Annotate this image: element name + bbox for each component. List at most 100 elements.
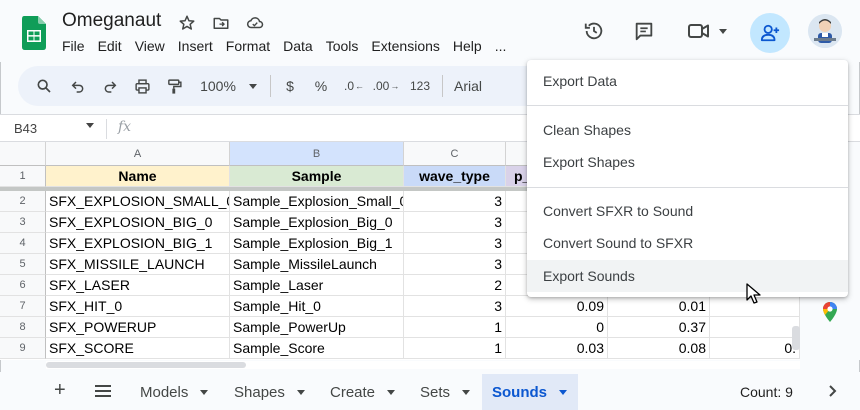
document-title[interactable]: Omeganaut bbox=[62, 10, 161, 32]
comments-icon[interactable] bbox=[630, 14, 658, 48]
cell-wave-type[interactable]: 3 bbox=[404, 233, 506, 254]
paint-format-icon[interactable] bbox=[164, 76, 184, 96]
version-history-icon[interactable] bbox=[580, 14, 608, 48]
cloud-status-icon[interactable] bbox=[244, 12, 266, 34]
cell-name[interactable]: SFX_EXPLOSION_SMALL_0 bbox=[46, 191, 230, 212]
column-header-a[interactable]: A bbox=[46, 142, 230, 166]
cell-wave-type[interactable]: 3 bbox=[404, 212, 506, 233]
cell-sample[interactable]: Sample_Explosion_Big_1 bbox=[230, 233, 404, 254]
header-cell-name[interactable]: Name bbox=[46, 166, 230, 187]
cell-sample[interactable]: Sample_PowerUp bbox=[230, 317, 404, 338]
cell-name[interactable]: SFX_POWERUP bbox=[46, 317, 230, 338]
header-cell-sample[interactable]: Sample bbox=[230, 166, 404, 187]
menu-file[interactable]: File bbox=[62, 38, 85, 54]
more-formats-button[interactable]: 123 bbox=[408, 76, 432, 96]
meet-icon[interactable] bbox=[684, 14, 730, 48]
zoom-select[interactable]: 100% bbox=[196, 76, 240, 96]
cell-name[interactable]: SFX_EXPLOSION_BIG_1 bbox=[46, 233, 230, 254]
cell-sample[interactable]: Sample_MissileLaunch bbox=[230, 254, 404, 275]
tab-sounds[interactable]: Sounds bbox=[482, 374, 578, 410]
vertical-scroll-thumb[interactable] bbox=[792, 326, 800, 350]
menu-more[interactable]: ... bbox=[495, 38, 507, 54]
row-header[interactable]: 7 bbox=[0, 296, 46, 317]
menu-tools[interactable]: Tools bbox=[326, 38, 359, 54]
cell-f[interactable] bbox=[710, 317, 800, 338]
menu-insert[interactable]: Insert bbox=[178, 38, 213, 54]
row-header[interactable]: 2 bbox=[0, 191, 46, 212]
avatar[interactable] bbox=[808, 14, 842, 48]
cell-e[interactable]: 0.08 bbox=[608, 338, 710, 359]
tab-models[interactable]: Models bbox=[130, 374, 218, 410]
row-header[interactable]: 5 bbox=[0, 254, 46, 275]
cell-d[interactable]: 0.03 bbox=[506, 338, 608, 359]
header-cell-wave-type[interactable]: wave_type bbox=[404, 166, 506, 187]
menu-edit[interactable]: Edit bbox=[98, 38, 122, 54]
menu-format[interactable]: Format bbox=[226, 38, 270, 54]
menu-extensions[interactable]: Extensions bbox=[371, 38, 439, 54]
menu-data[interactable]: Data bbox=[283, 38, 313, 54]
selection-count[interactable]: Count: 9 bbox=[740, 384, 793, 400]
cell-wave-type[interactable]: 1 bbox=[404, 317, 506, 338]
menu-help[interactable]: Help bbox=[453, 38, 482, 54]
all-sheets-icon[interactable] bbox=[94, 384, 112, 403]
cell-d[interactable]: 0.09 bbox=[506, 296, 608, 317]
menu-item-clean-shapes[interactable]: Clean Shapes bbox=[527, 114, 848, 146]
menu-item-export-shapes[interactable]: Export Shapes bbox=[527, 146, 848, 178]
font-select[interactable]: Arial bbox=[454, 76, 490, 96]
cell-sample[interactable]: Sample_Explosion_Big_0 bbox=[230, 212, 404, 233]
column-header-c[interactable]: C bbox=[404, 142, 506, 166]
menu-item-convert-sound-to-sfxr[interactable]: Convert Sound to SFXR bbox=[527, 227, 848, 259]
cell-d[interactable]: 0 bbox=[506, 317, 608, 338]
star-icon[interactable] bbox=[176, 12, 198, 34]
redo-icon[interactable] bbox=[100, 76, 120, 96]
row-header[interactable]: 4 bbox=[0, 233, 46, 254]
name-box[interactable]: B43 bbox=[14, 121, 37, 136]
increase-decimal-button[interactable]: .00 → bbox=[372, 76, 400, 96]
cell-wave-type[interactable]: 3 bbox=[404, 191, 506, 212]
column-header-b[interactable]: B bbox=[230, 142, 404, 166]
horizontal-scroll-thumb[interactable] bbox=[46, 362, 246, 368]
zoom-chevron-icon[interactable] bbox=[248, 76, 258, 96]
tab-sets[interactable]: Sets bbox=[410, 374, 480, 410]
cell-wave-type[interactable]: 2 bbox=[404, 275, 506, 296]
name-box-chevron-icon[interactable] bbox=[86, 123, 94, 128]
sheets-logo-icon[interactable] bbox=[22, 16, 46, 50]
row-header[interactable]: 9 bbox=[0, 338, 46, 359]
menu-view[interactable]: View bbox=[135, 38, 165, 54]
chevron-right-icon[interactable] bbox=[828, 384, 838, 403]
cell-name[interactable]: SFX_HIT_0 bbox=[46, 296, 230, 317]
cell-name[interactable]: SFX_LASER bbox=[46, 275, 230, 296]
decrease-decimal-button[interactable]: .0 ← bbox=[342, 76, 366, 96]
row-header[interactable]: 1 bbox=[0, 166, 46, 187]
select-all-corner[interactable] bbox=[0, 142, 46, 166]
menu-item-convert-sfxr-to-sound[interactable]: Convert SFXR to Sound bbox=[527, 195, 848, 227]
cell-name[interactable]: SFX_MISSILE_LAUNCH bbox=[46, 254, 230, 275]
maps-icon[interactable] bbox=[822, 302, 838, 327]
cell-sample[interactable]: Sample_Score bbox=[230, 338, 404, 359]
row-header[interactable]: 3 bbox=[0, 212, 46, 233]
cell-name[interactable]: SFX_EXPLOSION_BIG_0 bbox=[46, 212, 230, 233]
tab-create[interactable]: Create bbox=[320, 374, 405, 410]
cell-name[interactable]: SFX_SCORE bbox=[46, 338, 230, 359]
cell-sample[interactable]: Sample_Laser bbox=[230, 275, 404, 296]
add-sheet-icon[interactable]: + bbox=[54, 380, 66, 400]
cell-wave-type[interactable]: 3 bbox=[404, 254, 506, 275]
menu-item-export-sounds[interactable]: Export Sounds bbox=[527, 260, 848, 292]
share-button[interactable] bbox=[750, 13, 790, 53]
cell-e[interactable]: 0.01 bbox=[608, 296, 710, 317]
cell-wave-type[interactable]: 3 bbox=[404, 296, 506, 317]
undo-icon[interactable] bbox=[68, 76, 88, 96]
row-header[interactable]: 8 bbox=[0, 317, 46, 338]
print-icon[interactable] bbox=[132, 76, 152, 96]
cell-sample[interactable]: Sample_Explosion_Small_0 bbox=[230, 191, 404, 212]
cell-wave-type[interactable]: 1 bbox=[404, 338, 506, 359]
currency-format-button[interactable]: $ bbox=[282, 76, 298, 96]
move-folder-icon[interactable] bbox=[210, 12, 232, 34]
cell-e[interactable]: 0.37 bbox=[608, 317, 710, 338]
tab-shapes[interactable]: Shapes bbox=[224, 374, 315, 410]
cell-sample[interactable]: Sample_Hit_0 bbox=[230, 296, 404, 317]
horizontal-scrollbar[interactable] bbox=[46, 361, 800, 369]
row-header[interactable]: 6 bbox=[0, 275, 46, 296]
percent-format-button[interactable]: % bbox=[312, 76, 330, 96]
menu-item-export-data[interactable]: Export Data bbox=[527, 65, 848, 97]
